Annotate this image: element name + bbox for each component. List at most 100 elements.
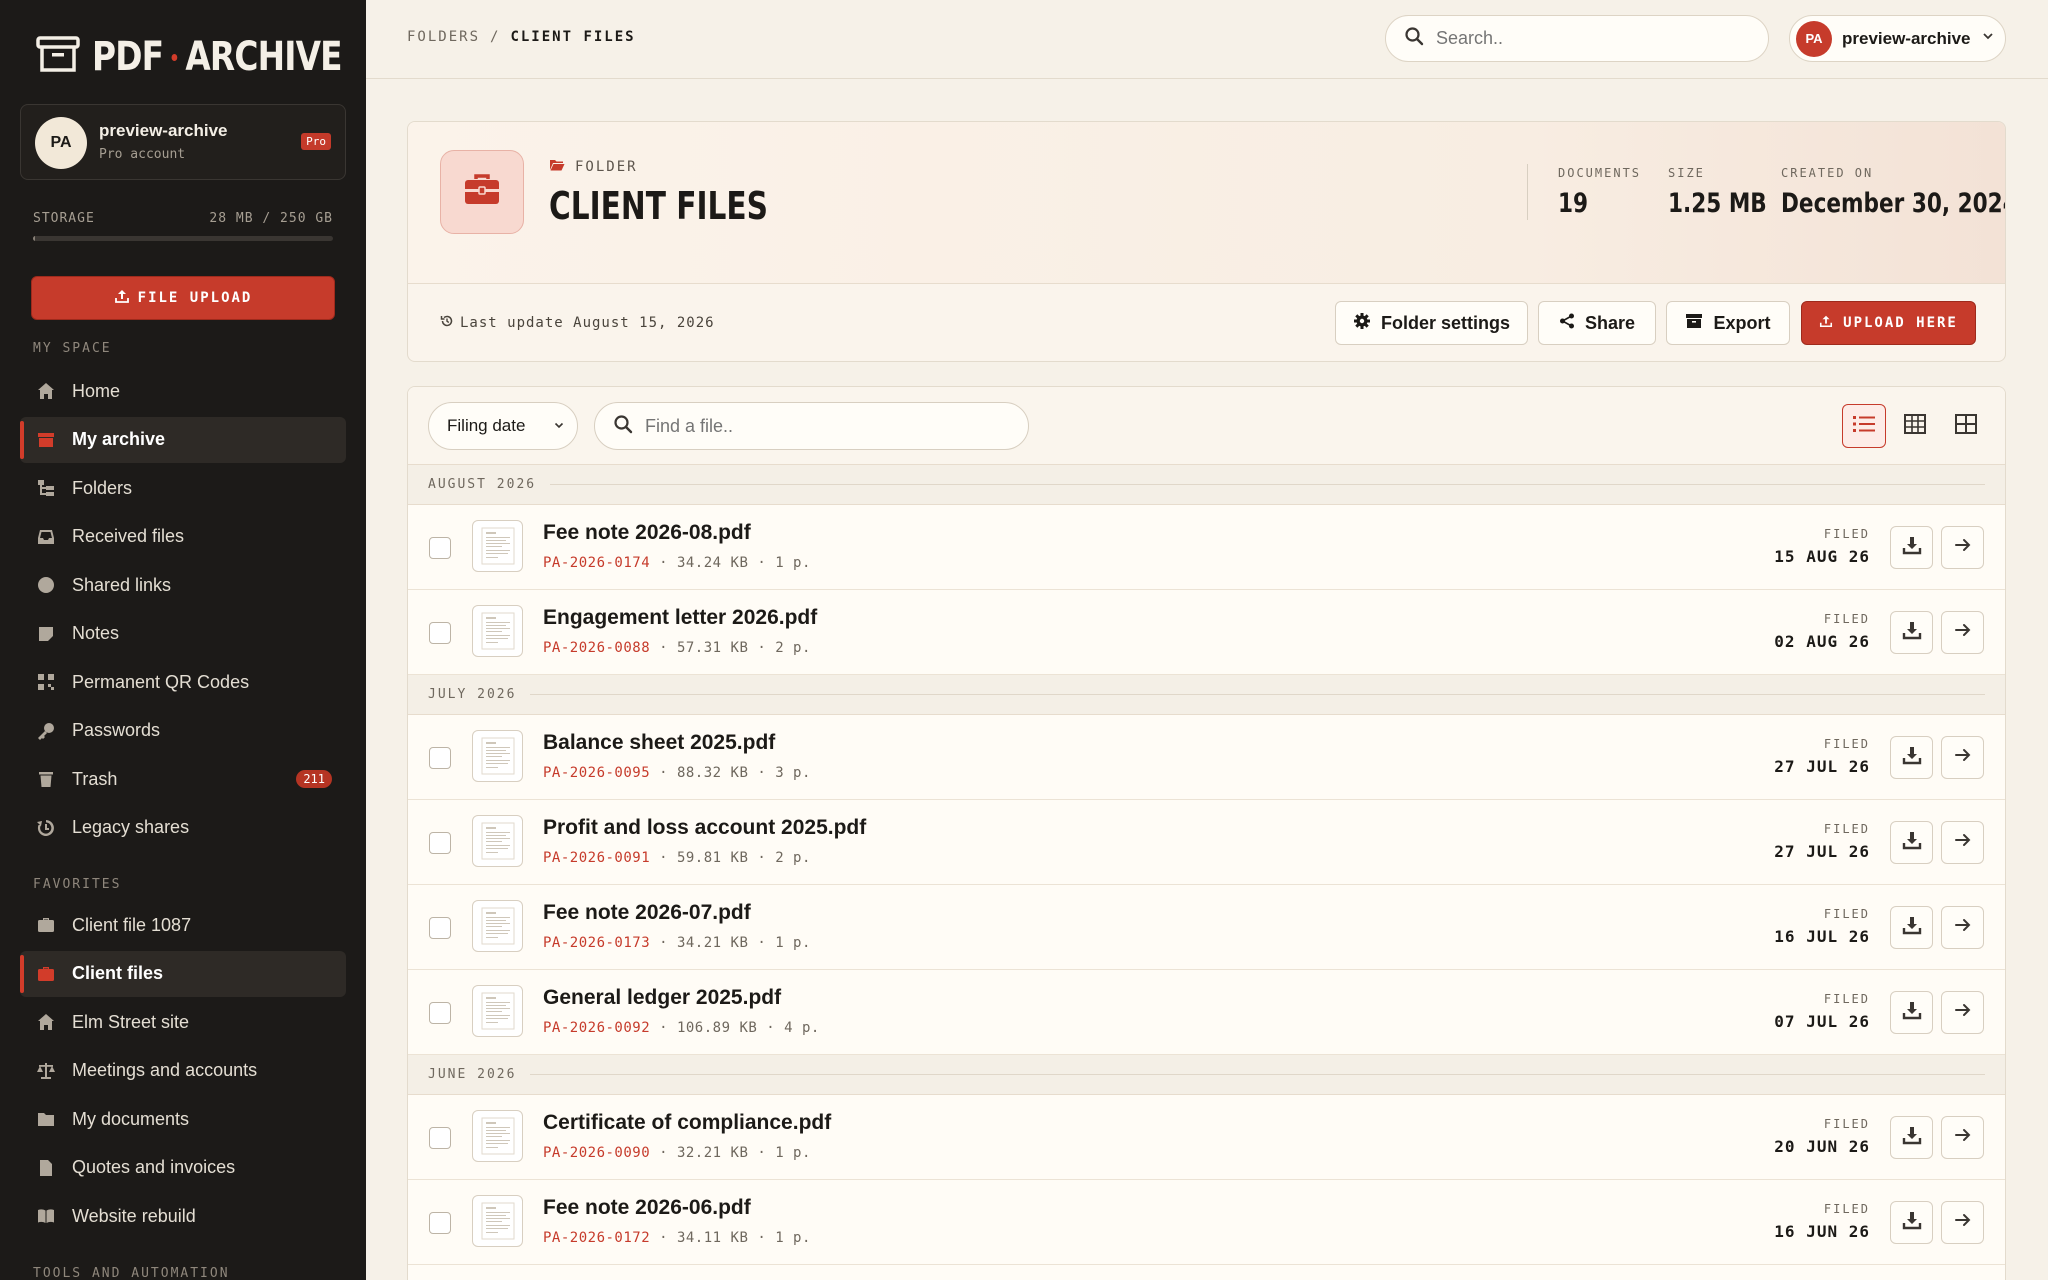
download-button[interactable] (1890, 611, 1933, 654)
sidebar-item-client-files[interactable]: Client files (20, 950, 346, 997)
download-button[interactable] (1890, 821, 1933, 864)
pdf-thumbnail[interactable] (472, 985, 523, 1037)
sidebar-item-client-file-1087[interactable]: Client file 1087 (20, 902, 346, 948)
sidebar-item-shared-links[interactable]: Shared links (20, 562, 346, 608)
file-row[interactable]: Engagement letter 2026.pdf PA-2026-0088 ·… (408, 590, 2005, 675)
sidebar-item-home[interactable]: Home (20, 368, 346, 414)
global-search[interactable] (1385, 15, 1769, 62)
file-search[interactable] (594, 402, 1029, 450)
open-file-button[interactable] (1941, 736, 1984, 779)
grid-view-button[interactable] (1944, 404, 1988, 448)
pdf-thumbnail[interactable] (472, 1195, 523, 1247)
file-row[interactable]: Fee note 2026-06.pdf PA-2026-0172 · 34.11… (408, 1180, 2005, 1265)
sidebar-item-website-rebuild[interactable]: Website rebuild (20, 1193, 346, 1239)
file-row[interactable]: General ledger 2025.pdf PA-2026-0092 · 10… (408, 970, 2005, 1055)
share-button[interactable]: Share (1538, 301, 1656, 345)
account-card[interactable]: PA preview-archive Pro account Pro (20, 104, 346, 180)
sidebar-item-notes[interactable]: Notes (20, 611, 346, 657)
open-file-button[interactable] (1941, 526, 1984, 569)
list-view-button[interactable] (1842, 404, 1886, 448)
breadcrumb-folders[interactable]: FOLDERS (407, 29, 480, 45)
month-group-header: AUGUST 2026 (408, 465, 2005, 505)
file-name[interactable]: Fee note 2026-06.pdf (543, 1196, 751, 1220)
download-button[interactable] (1890, 736, 1933, 779)
pdf-thumbnail[interactable] (472, 815, 523, 867)
pdf-thumbnail[interactable] (472, 520, 523, 572)
sidebar-item-my-archive[interactable]: My archive (20, 416, 346, 463)
file-select-checkbox[interactable] (429, 1127, 451, 1149)
folder-settings-label: Folder settings (1380, 312, 1510, 333)
file-name[interactable]: Profit and loss account 2025.pdf (543, 816, 866, 840)
file-select-checkbox[interactable] (429, 832, 451, 854)
file-name[interactable]: Balance sheet 2025.pdf (543, 731, 775, 755)
folder-kicker: FOLDER (549, 158, 638, 175)
sidebar-item-meetings-and-accounts[interactable]: Meetings and accounts (20, 1048, 346, 1094)
open-file-button[interactable] (1941, 906, 1984, 949)
sidebar-item-elm-street-site[interactable]: Elm Street site (20, 999, 346, 1045)
file-row[interactable]: Fee note 2026-08.pdf PA-2026-0174 · 34.24… (408, 505, 2005, 590)
file-select-checkbox[interactable] (429, 747, 451, 769)
open-file-button[interactable] (1941, 821, 1984, 864)
storage-progress-bar (33, 236, 333, 241)
logo-dot (171, 53, 178, 61)
file-select-checkbox[interactable] (429, 1212, 451, 1234)
arrow-right-icon (1953, 1000, 1973, 1025)
sidebar-item-passwords[interactable]: Passwords (20, 708, 346, 754)
pdf-thumbnail[interactable] (472, 730, 523, 782)
table-view-button[interactable] (1893, 404, 1937, 448)
sidebar-item-folders[interactable]: Folders (20, 465, 346, 511)
file-select-checkbox[interactable] (429, 622, 451, 644)
download-button[interactable] (1890, 1116, 1933, 1159)
pdf-thumbnail[interactable] (472, 900, 523, 952)
file-search-input[interactable] (645, 415, 945, 437)
stat-documents-value: 19 (1558, 188, 1589, 219)
arrow-right-icon (1953, 830, 1973, 855)
open-file-button[interactable] (1941, 1201, 1984, 1244)
search-input[interactable] (1436, 28, 1736, 49)
pdf-thumbnail[interactable] (472, 1110, 523, 1162)
app-logo[interactable]: PDF ARCHIVE (36, 34, 366, 80)
file-name[interactable]: Engagement letter 2026.pdf (543, 606, 817, 630)
file-name[interactable]: General ledger 2025.pdf (543, 986, 781, 1010)
sidebar-item-label: My documents (72, 1108, 190, 1129)
file-row[interactable]: Certificate of compliance.pdf PA-2026-009… (408, 1095, 2005, 1180)
sidebar-item-trash[interactable]: Trash 211 (20, 756, 346, 802)
folder-settings-button[interactable]: Folder settings (1335, 301, 1528, 345)
download-button[interactable] (1890, 906, 1933, 949)
file-name[interactable]: Fee note 2026-08.pdf (543, 521, 751, 545)
download-button[interactable] (1890, 991, 1933, 1034)
open-file-button[interactable] (1941, 991, 1984, 1034)
upload-here-button[interactable]: UPLOAD HERE (1801, 301, 1976, 345)
file-row[interactable]: Balance sheet 2025.pdf PA-2026-0095 · 88.… (408, 715, 2005, 800)
search-icon (1404, 26, 1424, 51)
export-button[interactable]: Export (1666, 301, 1790, 345)
download-icon (1902, 745, 1922, 770)
stat-size-value: 1.25 MB (1668, 188, 1767, 219)
file-row[interactable]: Profit and loss account 2025.pdf PA-2026-… (408, 800, 2005, 885)
file-select-checkbox[interactable] (429, 1002, 451, 1024)
sidebar-item-legacy-shares[interactable]: Legacy shares (20, 805, 346, 851)
file-row[interactable]: Fee note 2026-07.pdf PA-2026-0173 · 34.21… (408, 885, 2005, 970)
file-select-checkbox[interactable] (429, 537, 451, 559)
file-name[interactable]: Certificate of compliance.pdf (543, 1111, 831, 1135)
open-file-button[interactable] (1941, 1116, 1984, 1159)
home-icon (36, 381, 56, 401)
download-button[interactable] (1890, 1201, 1933, 1244)
file-name[interactable]: Fee note 2026-07.pdf (543, 901, 751, 925)
sort-select[interactable]: Filing date (428, 402, 578, 450)
pdf-thumbnail[interactable] (472, 605, 523, 657)
sidebar-item-received-files[interactable]: Received files (20, 514, 346, 560)
file-upload-button[interactable]: FILE UPLOAD (31, 276, 335, 320)
file-size: 106.89 KB (676, 1020, 758, 1036)
file-select-checkbox[interactable] (429, 917, 451, 939)
download-button[interactable] (1890, 526, 1933, 569)
arrow-right-icon (1953, 1210, 1973, 1235)
open-file-button[interactable] (1941, 611, 1984, 654)
sidebar-item-my-documents[interactable]: My documents (20, 1096, 346, 1142)
sidebar-item-quotes-and-invoices[interactable]: Quotes and invoices (20, 1145, 346, 1191)
sidebar-item-permanent-qr-codes[interactable]: Permanent QR Codes (20, 659, 346, 705)
folder-open-icon (549, 158, 565, 175)
download-icon (1902, 1210, 1922, 1235)
history-icon (36, 818, 56, 838)
user-menu[interactable]: PA preview-archive (1789, 15, 2006, 62)
